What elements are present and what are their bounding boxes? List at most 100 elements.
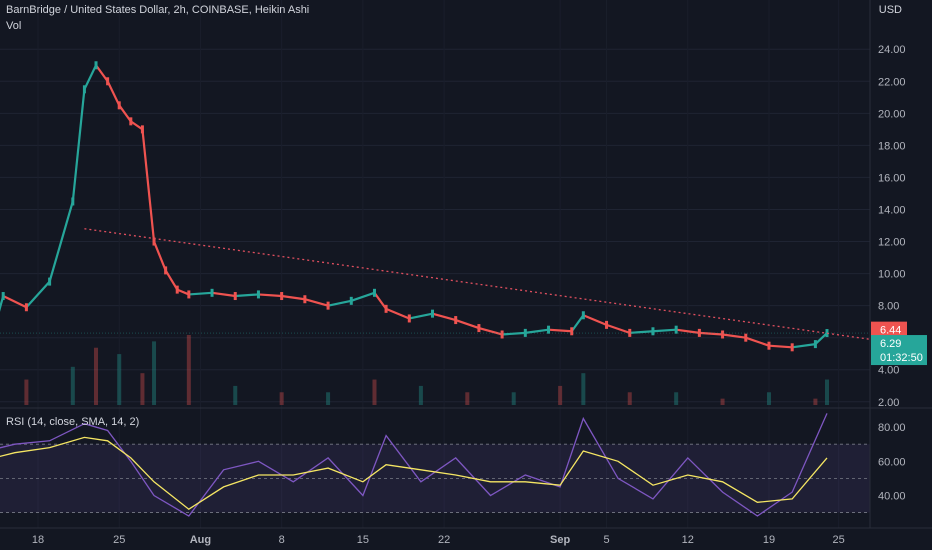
volume-bar — [465, 392, 470, 405]
price-candle — [256, 290, 260, 299]
price-segment — [525, 328, 549, 334]
price-candle — [674, 325, 678, 334]
price-tag-countdown: 01:32:50 — [880, 352, 923, 364]
price-segment — [0, 295, 5, 312]
price-candle — [210, 288, 214, 297]
price-candle — [326, 301, 330, 310]
price-tag-high-label: 6.44 — [880, 325, 901, 337]
volume-bar — [766, 392, 771, 405]
price-tag-current-label: 6.29 — [880, 338, 901, 350]
price-segment — [792, 343, 816, 349]
price-segment — [385, 307, 410, 320]
price-tick-label: 10.00 — [878, 269, 906, 281]
price-candle — [813, 340, 817, 349]
volume-bar — [152, 341, 157, 405]
price-segment — [281, 294, 306, 301]
price-segment — [478, 327, 503, 336]
price-segment — [548, 328, 572, 333]
trendline — [84, 228, 871, 340]
time-tick-label: 18 — [32, 534, 44, 546]
price-candle — [431, 309, 434, 318]
rsi-tick-label: 60.00 — [878, 456, 906, 468]
price-tick-label: 14.00 — [878, 204, 906, 216]
price-segment — [582, 314, 607, 326]
price-candle — [48, 277, 52, 286]
time-tick-label: 19 — [763, 534, 775, 546]
volume-bar — [627, 392, 632, 405]
volume-bar — [94, 347, 99, 405]
price-candle — [349, 296, 353, 305]
price-candle — [303, 295, 307, 304]
price-segment — [83, 64, 98, 90]
rsi-pane: 80.00 60.00 40.00 — [0, 407, 932, 517]
price-candle — [407, 314, 411, 323]
price-segment — [176, 288, 190, 296]
volume-bar — [720, 398, 725, 405]
time-tick-label: 15 — [357, 534, 369, 546]
price-axis: 24.00 22.00 20.00 18.00 16.00 14.00 12.00 10.00… — [0, 44, 906, 409]
price-candle — [82, 85, 86, 94]
price-candle — [129, 117, 133, 126]
price-segment — [235, 293, 259, 298]
price-segment — [373, 292, 387, 310]
price-segment — [409, 312, 433, 320]
price-candle — [767, 341, 771, 350]
price-tick-label: 2.00 — [878, 397, 899, 409]
price-segment — [106, 80, 121, 106]
price-tick-label: 4.00 — [878, 365, 899, 377]
price-candle — [140, 125, 144, 134]
volume-bar — [418, 385, 423, 405]
time-tick-label: 5 — [603, 534, 609, 546]
price-candle — [372, 288, 376, 297]
rsi-tick-label: 40.00 — [878, 490, 906, 502]
price-candle — [651, 327, 655, 336]
volume-legend: Vol — [6, 20, 22, 32]
price-candle — [94, 61, 98, 70]
volume-bar — [581, 373, 586, 405]
rsi-legend: RSI (14, close, SMA, 14, 2) — [6, 416, 140, 428]
volume-bar — [372, 379, 377, 405]
price-segment — [814, 332, 828, 345]
price-candle — [71, 197, 75, 206]
price-candle — [477, 324, 481, 333]
volume-bar — [279, 392, 284, 405]
price-candle — [233, 292, 237, 301]
price-segment — [327, 299, 352, 307]
price-segment — [211, 291, 236, 298]
price-segment — [570, 314, 585, 332]
price-candle — [790, 343, 794, 352]
volume-bar — [186, 335, 191, 405]
price-tick-label: 20.00 — [878, 108, 906, 120]
volume-bar — [140, 373, 145, 405]
price-candle — [454, 316, 458, 325]
time-tick-label: Sep — [550, 534, 570, 546]
price-tick-label: 16.00 — [878, 172, 906, 184]
time-tick-label: 12 — [682, 534, 694, 546]
chart-title: BarnBridge / United States Dollar, 2h, C… — [6, 4, 310, 16]
price-candle — [500, 330, 504, 339]
price-segment — [768, 344, 793, 349]
time-tick-label: 8 — [279, 534, 285, 546]
chart-canvas[interactable]: 24.00 22.00 20.00 18.00 16.00 14.00 12.00 10.00… — [0, 0, 932, 550]
volume-bar — [326, 392, 331, 405]
price-tick-label: 8.00 — [878, 301, 899, 313]
price-tick-label: 12.00 — [878, 237, 906, 249]
rsi-tick-label: 80.00 — [878, 422, 906, 434]
price-segment — [258, 293, 282, 298]
price-candle — [164, 266, 168, 275]
price-candle — [581, 311, 585, 320]
price-candle — [570, 327, 574, 336]
price-segment — [652, 328, 677, 333]
price-candle — [744, 333, 748, 342]
volume-bar — [117, 354, 122, 405]
price-candle — [384, 304, 388, 313]
currency-label: USD — [878, 4, 902, 16]
price-candle — [106, 77, 110, 86]
volume-bar — [24, 379, 29, 405]
volume-bar — [813, 398, 818, 405]
price-tick-label: 22.00 — [878, 76, 906, 88]
volume-bar — [674, 392, 679, 405]
price-segment — [745, 336, 770, 347]
price-candle — [605, 320, 609, 329]
price-segment — [188, 291, 213, 296]
